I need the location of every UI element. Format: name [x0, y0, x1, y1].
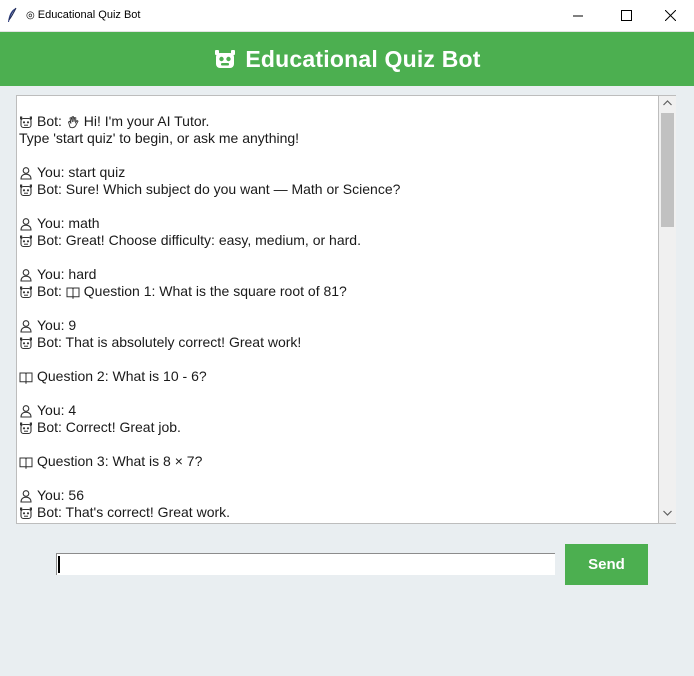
- book-icon: [19, 370, 33, 384]
- header-title: Educational Quiz Bot: [245, 45, 481, 72]
- robot-icon: [215, 50, 236, 68]
- chat-line: [19, 147, 649, 164]
- window-title: ◎ Educational Quiz Bot: [26, 9, 140, 21]
- chat-scrollbar[interactable]: [659, 95, 676, 524]
- user-icon: [19, 319, 33, 333]
- wave-icon: [66, 115, 80, 129]
- user-icon: [19, 217, 33, 231]
- text-caret: [58, 556, 60, 573]
- chat-line: You: math: [19, 215, 649, 232]
- minimize-button[interactable]: [556, 0, 602, 32]
- chat-line-text: Question 3: What is 8 × 7?: [37, 453, 203, 469]
- chat-line: Question 2: What is 10 - 6?: [19, 368, 649, 385]
- robot-icon: [19, 506, 33, 520]
- user-icon: [19, 404, 33, 418]
- maximize-icon: [621, 10, 632, 21]
- robot-icon: [19, 183, 33, 197]
- chat-line-text: You: 4: [37, 402, 77, 418]
- chat-line-text: You: 9: [37, 317, 77, 333]
- book-icon: [66, 285, 80, 299]
- chat-line: [19, 470, 649, 487]
- robot-icon: [19, 421, 33, 435]
- chat-line-text: Question 2: What is 10 - 6?: [37, 368, 207, 384]
- chat-line: [19, 198, 649, 215]
- chat-line-text: Hi! I'm your AI Tutor.: [83, 113, 210, 129]
- chat-line: You: 9: [19, 317, 649, 334]
- chat-line-text: You: math: [37, 215, 100, 231]
- chat-line-text: Type 'start quiz' to begin, or ask me an…: [19, 130, 300, 146]
- chat-line: Question 3: What is 8 × 7?: [19, 453, 649, 470]
- chat-line: You: start quiz: [19, 164, 649, 181]
- chat-line: [19, 436, 649, 453]
- user-icon: [19, 166, 33, 180]
- chat-line-text: Bot: That's correct! Great work.: [37, 504, 231, 520]
- chat-line: You: hard: [19, 266, 649, 283]
- robot-icon: [19, 336, 33, 350]
- chat-line: [19, 300, 649, 317]
- chat-line-text: Bot: That is absolutely correct! Great w…: [37, 334, 302, 350]
- robot-icon: [19, 115, 33, 129]
- robot-icon: [19, 285, 33, 299]
- chat-line: Bot: Hi! I'm your AI Tutor.: [19, 113, 649, 130]
- chat-line: [19, 249, 649, 266]
- user-icon: [19, 268, 33, 282]
- chat-line: [19, 385, 649, 402]
- chat-line: Bot: That is absolutely correct! Great w…: [19, 334, 649, 351]
- scroll-thumb[interactable]: [661, 113, 674, 227]
- chat-lines: Bot: Hi! I'm your AI Tutor. Type 'start q…: [19, 113, 649, 521]
- chat-line-text: You: hard: [37, 266, 97, 282]
- book-icon: [19, 455, 33, 469]
- chat-line: Bot: That's correct! Great work.: [19, 504, 649, 521]
- chat-line-text: You: start quiz: [37, 164, 126, 180]
- scroll-down-icon[interactable]: [663, 510, 672, 516]
- close-icon: [665, 10, 676, 21]
- message-input[interactable]: [56, 553, 555, 575]
- window-titlebar: ◎ Educational Quiz Bot: [0, 0, 694, 32]
- user-icon: [19, 489, 33, 503]
- feather-icon: [6, 7, 18, 23]
- chat-line: Bot: Correct! Great job.: [19, 419, 649, 436]
- robot-small-icon: ◎: [26, 10, 35, 21]
- chat-line: Bot: Question 1: What is the square root…: [19, 283, 649, 300]
- chat-log[interactable]: Bot: Hi! I'm your AI Tutor. Type 'start q…: [16, 95, 659, 524]
- send-button[interactable]: Send: [565, 544, 648, 585]
- chat-line-text: Bot:: [37, 113, 66, 129]
- chat-line-text: Bot:: [37, 283, 66, 299]
- chat-line-text: You: 56: [37, 487, 84, 503]
- chat-line: You: 56: [19, 487, 649, 504]
- chat-line: Bot: Sure! Which subject do you want — M…: [19, 181, 649, 198]
- close-button[interactable]: [648, 0, 694, 32]
- chat-line: Type 'start quiz' to begin, or ask me an…: [19, 130, 649, 147]
- chat-line-text: Bot: Sure! Which subject do you want — M…: [37, 181, 401, 197]
- chat-line: Bot: Great! Choose difficulty: easy, med…: [19, 232, 649, 249]
- robot-icon: [19, 234, 33, 248]
- window-title-text: Educational Quiz Bot: [37, 9, 141, 21]
- chat-line-text: Question 1: What is the square root of 8…: [83, 283, 347, 299]
- chat-line: You: 4: [19, 402, 649, 419]
- scroll-up-icon[interactable]: [663, 100, 672, 106]
- chat-line: [19, 351, 649, 368]
- maximize-button[interactable]: [604, 0, 650, 32]
- minimize-icon: [573, 15, 583, 17]
- app-header: Educational Quiz Bot: [0, 32, 694, 86]
- chat-line-text: Bot: Great! Choose difficulty: easy, med…: [37, 232, 361, 248]
- chat-line-text: Bot: Correct! Great job.: [37, 419, 181, 435]
